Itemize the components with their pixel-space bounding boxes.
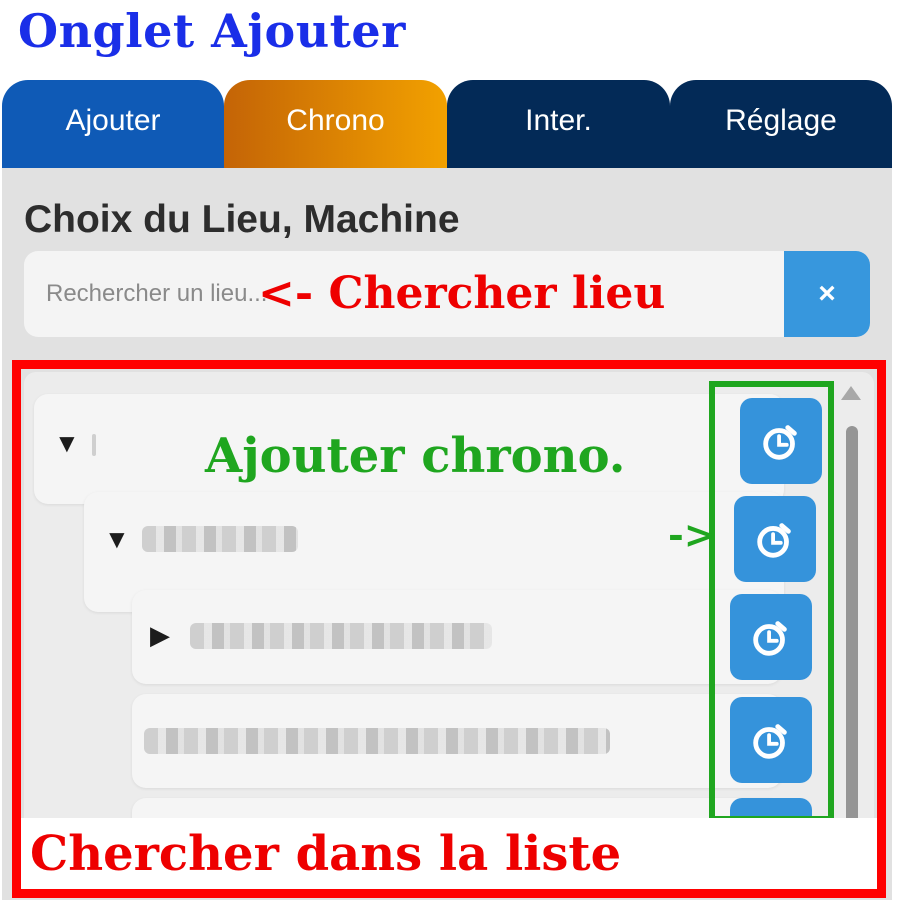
tab-ajouter[interactable]: Ajouter bbox=[2, 80, 224, 168]
tab-reglage[interactable]: Réglage bbox=[670, 80, 892, 168]
annotation-title: Onglet Ajouter bbox=[18, 4, 406, 58]
tab-bar: Ajouter Chrono Inter. Réglage bbox=[2, 80, 892, 168]
section-title: Choix du Lieu, Machine bbox=[24, 198, 460, 241]
close-icon: × bbox=[818, 277, 836, 310]
annotation-list: Chercher dans la liste bbox=[30, 826, 622, 882]
tab-inter[interactable]: Inter. bbox=[447, 80, 670, 168]
clear-search-button[interactable]: × bbox=[784, 251, 870, 337]
annotation-search: <- Chercher lieu bbox=[258, 268, 666, 319]
tab-chrono[interactable]: Chrono bbox=[224, 80, 447, 168]
